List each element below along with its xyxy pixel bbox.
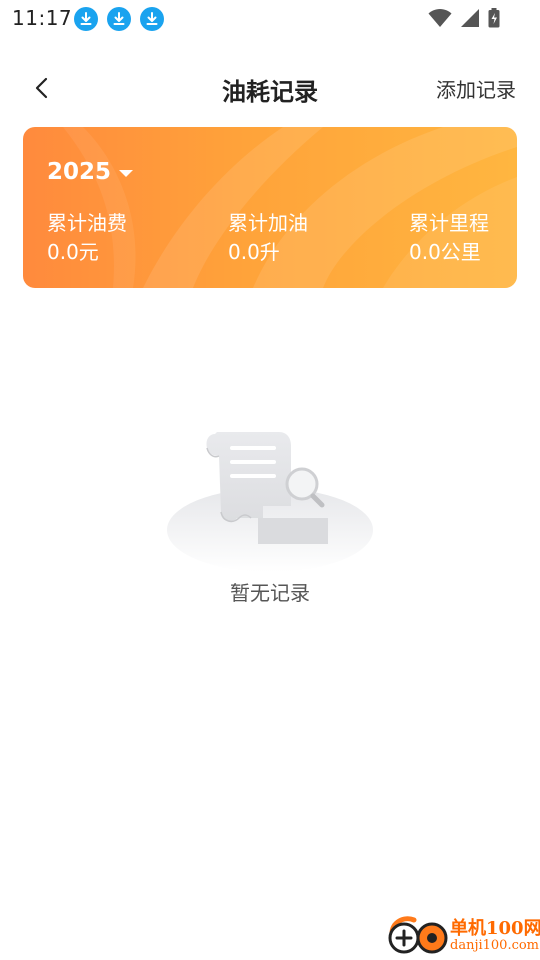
signal-icon: [461, 9, 479, 27]
watermark-url: danji100.com: [450, 938, 540, 953]
stat-label: 累计加油: [228, 211, 308, 235]
stat-value: 0.0公里: [409, 240, 481, 264]
watermark-logo: [388, 916, 448, 954]
watermark-title: 单机100网: [450, 918, 540, 939]
system-icons: [428, 8, 500, 28]
stat-label: 累计油费: [47, 211, 127, 235]
download-icon: [140, 7, 164, 31]
status-bar: 11:17: [0, 0, 540, 36]
summary-card: 2025 累计油费 0.0元 累计加油 0.0升 累计里程 0.0公里: [23, 127, 517, 288]
stat-total-refuel: 累计加油 0.0升: [228, 209, 308, 267]
empty-state-text: 暂无记录: [230, 581, 310, 605]
watermark: 单机100网 danji100.com: [386, 912, 540, 958]
year-label: 2025: [47, 159, 112, 185]
stat-value: 0.0升: [228, 240, 280, 264]
page-header: 油耗记录 添加记录: [0, 60, 540, 116]
add-record-button[interactable]: 添加记录: [436, 74, 516, 103]
caret-down-icon: [119, 169, 134, 177]
status-time: 11:17: [12, 6, 73, 30]
stat-total-mileage: 累计里程 0.0公里: [409, 209, 489, 267]
stat-value: 0.0元: [47, 240, 99, 264]
stat-label: 累计里程: [409, 211, 489, 235]
wifi-icon: [428, 9, 452, 27]
year-selector[interactable]: 2025: [47, 159, 134, 185]
download-icon: [74, 7, 98, 31]
empty-document-search-icon: [167, 432, 373, 572]
fuel-record-screen: 11:17 油耗记录 添加记录 2025 累计油费 0.0元 累计加油 0.0升…: [0, 0, 540, 960]
stat-total-fuel-cost: 累计油费 0.0元: [47, 209, 127, 267]
battery-charging-icon: [488, 8, 500, 28]
download-icon: [107, 7, 131, 31]
